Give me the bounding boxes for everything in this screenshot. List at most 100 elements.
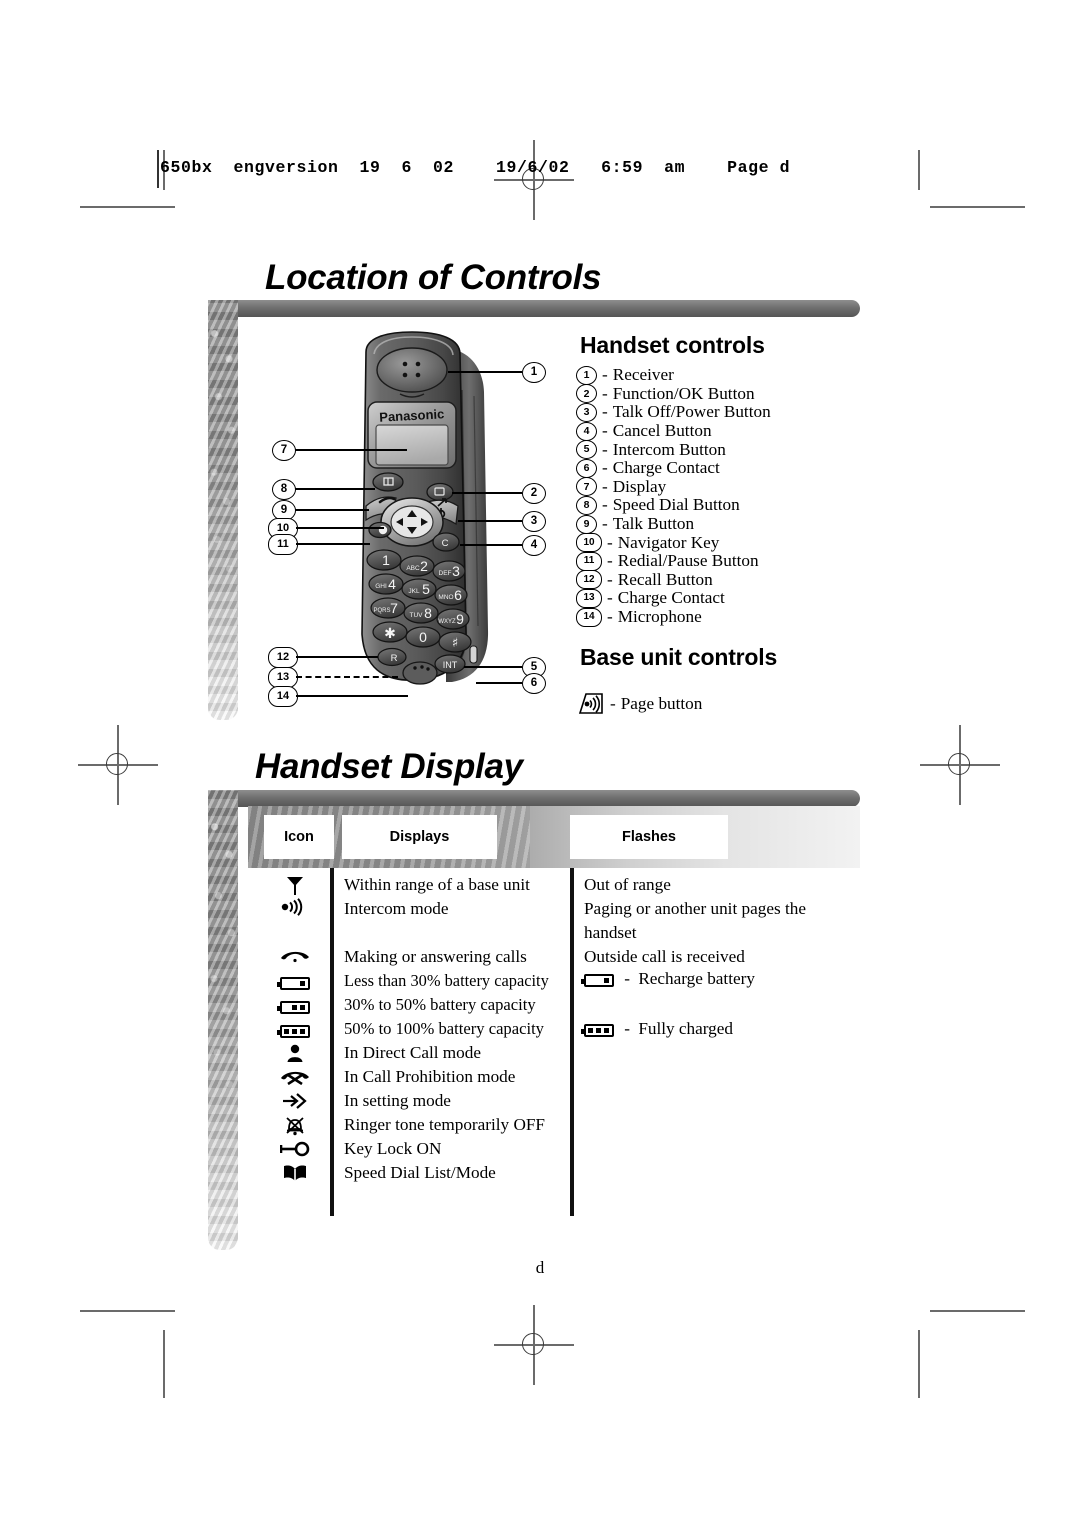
item-dash: - (602, 421, 608, 441)
page-title-location-of-controls: Location of Controls (265, 258, 602, 297)
displays-cell: 30% to 50% battery capacity (344, 995, 536, 1014)
battery-low-icon (270, 972, 320, 994)
handset-control-item: 12- Recall Button (576, 569, 906, 590)
item-dash: - (607, 551, 613, 571)
item-number: 13 (576, 588, 602, 608)
item-dash: - (602, 495, 608, 515)
intercom-key-label: INT (443, 660, 458, 670)
handset-control-item: 11- Redial/Pause Button (576, 551, 906, 571)
item-label: Navigator Key (617, 532, 720, 552)
svg-text:✱: ✱ (384, 626, 396, 642)
antenna-icon (270, 874, 320, 896)
item-label: Charge Contact (612, 458, 720, 478)
svg-text:2: 2 (420, 558, 428, 574)
item-dash: - (607, 569, 613, 589)
item-dash: - (602, 514, 608, 534)
panel-side-texture (208, 300, 238, 720)
item-number: 7 (576, 477, 597, 497)
flashes-cell: Paging or another unit pages the (584, 899, 806, 918)
crop-line-right-vert (918, 1330, 920, 1398)
displays-cell: Less than 30% battery capacity (344, 971, 549, 990)
handset-controls-list: 1- Receiver 2- Function/OK Button 3- Talk O… (576, 365, 906, 627)
leader-8 (295, 488, 375, 490)
handset-control-item: 13- Charge Contact (576, 588, 906, 608)
svg-text:4: 4 (388, 576, 396, 592)
slug-rule (157, 150, 159, 188)
registration-mark-left (78, 725, 158, 805)
svg-text:0: 0 (419, 629, 427, 645)
displays-cell: Ringer tone temporarily OFF (344, 1115, 545, 1134)
item-dash: - (602, 402, 608, 422)
leader-4 (460, 544, 522, 546)
speed-dial-book-icon (270, 1164, 320, 1188)
item-number: 12 (576, 570, 602, 590)
handset-control-item: 9- Talk Button (576, 514, 906, 534)
item-number: 3 (576, 402, 597, 422)
call-prohibit-icon (270, 1068, 320, 1090)
leader-10 (296, 527, 384, 529)
callout-1: 1 (522, 362, 546, 383)
recall-key-label: R (391, 653, 398, 664)
item-number: 10 (576, 533, 602, 553)
item-dash: - (607, 607, 613, 627)
registration-mark-right (920, 725, 1000, 805)
base-unit-controls-heading: Base unit controls (580, 644, 778, 670)
intercom-wave-icon (270, 898, 320, 921)
handset-control-item: 2- Function/OK Button (576, 383, 906, 404)
callout-14: 14 (268, 686, 298, 707)
flashes-note-recharge: - Recharge battery (581, 969, 755, 989)
handset-controls-heading: Handset controls (580, 332, 765, 358)
item-dash: - (607, 588, 613, 608)
callout-11: 11 (268, 534, 298, 555)
item-label: Receiver (612, 365, 674, 385)
leader-3 (458, 520, 522, 522)
displays-cell: Key Lock ON (344, 1139, 442, 1158)
cancel-key-label: C (442, 538, 449, 549)
base-unit-page-button-row: - Page button (578, 692, 702, 715)
column-header-displays-label: Displays (389, 829, 450, 845)
svg-text:6: 6 (454, 587, 462, 603)
panel2-top-bar (208, 790, 860, 807)
item-label: Redial/Pause Button (617, 551, 759, 571)
callout-3: 3 (522, 511, 546, 532)
table-divider-left (330, 868, 334, 1216)
crop-line-top-right (930, 206, 1025, 208)
handset-illustration: Panasonic C 1 ABC 2 DEF 3 GHI 4 JKL 5 MN… (268, 330, 546, 707)
item-label: Talk Off/Power Button (612, 402, 771, 422)
item-dash: - (607, 532, 613, 552)
flash-note-label: Fully charged (638, 1019, 734, 1038)
svg-text:JKL: JKL (408, 588, 420, 595)
svg-text:8: 8 (424, 605, 432, 621)
displays-cell: In Direct Call mode (344, 1043, 481, 1062)
svg-text:GHI: GHI (375, 583, 387, 590)
svg-text:5: 5 (422, 581, 430, 597)
callout-8: 8 (272, 479, 296, 500)
item-dash: - (602, 476, 608, 496)
item-number: 9 (576, 514, 597, 534)
callout-4: 4 (522, 535, 546, 556)
item-number: 8 (576, 495, 597, 515)
panel-top-bar (208, 300, 860, 317)
handset-display-table: Icon Displays Flashes Within range of a … (248, 806, 860, 1236)
leader-9 (295, 509, 369, 511)
displays-cell: Intercom mode (344, 899, 449, 918)
column-header-displays: Displays (342, 815, 497, 859)
item-label: Display (612, 476, 667, 496)
crop-line-left-vert (163, 1330, 165, 1398)
callout-2: 2 (522, 483, 546, 504)
item-label: Function/OK Button (612, 383, 755, 403)
flashes-cell: Outside call is received (584, 947, 745, 966)
item-label: Intercom Button (612, 439, 726, 459)
table-header-band (248, 806, 860, 868)
item-label: Charge Contact (617, 588, 725, 608)
crop-line-right-vert-upper (918, 150, 920, 190)
flash-note-dash: - (624, 1019, 631, 1038)
leader-1 (448, 371, 522, 373)
handset-control-item: 4- Cancel Button (576, 421, 906, 441)
column-header-flashes-label: Flashes (622, 829, 676, 845)
item-number: 6 (576, 458, 597, 478)
callout-13: 13 (268, 667, 298, 688)
leader-5 (464, 666, 522, 668)
svg-text:MNO: MNO (438, 594, 453, 601)
item-number: 1 (576, 365, 597, 385)
